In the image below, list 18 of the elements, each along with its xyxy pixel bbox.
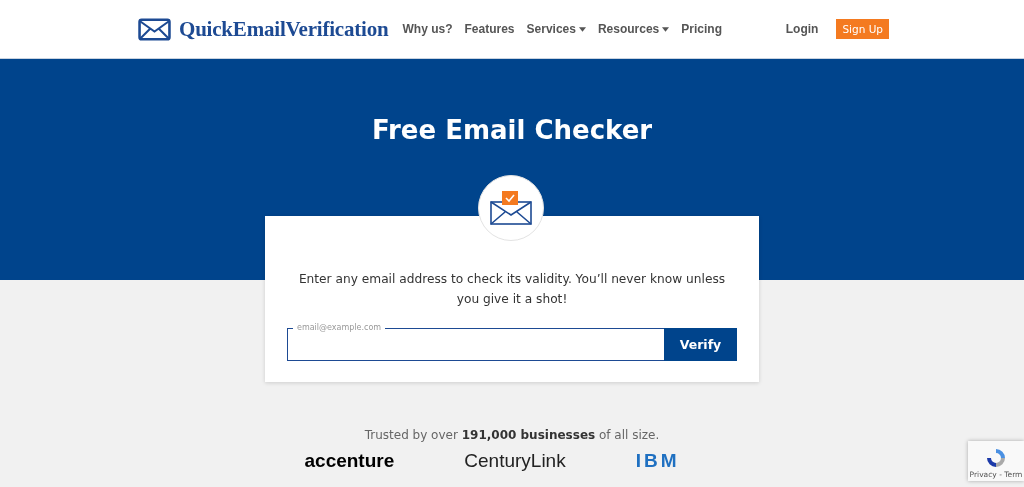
- company-logo: CenturyLink: [464, 450, 566, 472]
- company-logo: IBM: [635, 450, 680, 472]
- caret-icon: [662, 26, 670, 32]
- nav-link[interactable]: Why us?: [402, 22, 453, 36]
- nav-link[interactable]: Pricing: [681, 22, 722, 36]
- trusted-text: Trusted by over 191,000 businesses of all size.: [363, 428, 661, 442]
- recaptcha-icon: [984, 446, 1008, 470]
- description-text: Enter any email address to check its validity. You’ll never know unless you give it a shot!: [297, 271, 727, 308]
- envelope-icon: [138, 17, 171, 41]
- verify-button[interactable]: Verify: [664, 328, 737, 361]
- company-logo: accenture: [304, 450, 395, 472]
- logo-wordmark[interactable]: QuickEmailVerification: [179, 16, 389, 42]
- nav-link[interactable]: Resources: [597, 22, 670, 36]
- login-link[interactable]: Login: [785, 22, 819, 36]
- nav-link[interactable]: Services: [526, 22, 586, 36]
- caret-icon: [578, 26, 586, 32]
- page-title: Free Email Checker: [371, 115, 653, 145]
- nav-link[interactable]: Features: [464, 22, 515, 36]
